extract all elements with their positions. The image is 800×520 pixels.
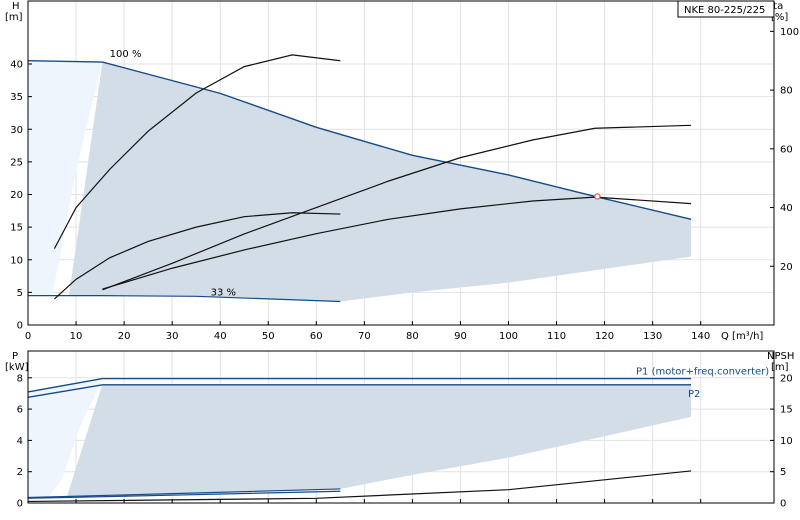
x-tick-label: 10 [70,331,83,342]
x-tick-label: 20 [118,331,131,342]
y-right-tick-label: 60 [780,144,793,155]
y-tick-label: 25 [10,157,23,168]
pump-performance-chart: 051015202530354020406080100H[m]eta[%]024… [5,0,799,510]
y-tick-label: 35 [10,92,23,103]
y-right-axis-label: NPSH [767,351,794,362]
y-right-tick-label: 5 [780,467,786,478]
y-tick-label: 5 [17,288,23,299]
x-tick-label: 110 [547,331,566,342]
legend-p1: P1 (motor+freq.converter) [636,367,769,378]
y-tick-label: 0 [17,499,23,510]
y-right-tick-label: 15 [780,405,793,416]
y-right-tick-label: 100 [780,27,799,38]
y-right-tick-label: 80 [780,86,793,97]
speed-label: 33 % [211,287,236,298]
x-tick-label: 30 [166,331,179,342]
y-right-tick-label: 10 [780,436,793,447]
y-tick-label: 6 [17,405,23,416]
y-tick-label: 40 [10,60,23,71]
x-tick-label: 120 [595,331,614,342]
legend-p2: P2 [688,389,700,400]
y-tick-label: 15 [10,223,23,234]
operating-area [66,384,692,499]
y-tick-label: 20 [10,190,23,201]
operating-area [68,62,692,302]
y-tick-label: 30 [10,125,23,136]
x-tick-label: 80 [406,331,419,342]
y-tick-label: 0 [17,321,23,332]
model-label: NKE 80-225/225 [684,5,765,16]
x-axis-label: Q [m³/h] [721,331,763,342]
y-axis-label: H [12,1,20,12]
y-right-tick-label: 20 [780,373,793,384]
x-tick-label: 40 [214,331,227,342]
x-tick-label: 90 [454,331,467,342]
y-axis-unit: [m] [5,12,23,23]
duty-point [594,193,601,200]
y-tick-label: 10 [10,255,23,266]
x-tick-label: 70 [358,331,371,342]
x-tick-label: 140 [691,331,710,342]
x-tick-label: 130 [643,331,662,342]
x-tick-label: 60 [310,331,323,342]
y-right-tick-label: 40 [780,203,793,214]
x-tick-label: 0 [25,331,31,342]
y-axis-unit: [kW] [5,362,29,373]
y-right-tick-label: 0 [780,499,786,510]
x-tick-label: 50 [262,331,275,342]
y-tick-label: 2 [17,467,23,478]
y-tick-label: 4 [17,436,23,447]
y-tick-label: 8 [17,373,23,384]
x-tick-label: 100 [499,331,518,342]
speed-label: 100 % [110,49,142,60]
y-right-tick-label: 20 [780,262,793,273]
y-right-axis-unit: [m] [771,362,789,373]
y-axis-label: P [12,351,18,362]
